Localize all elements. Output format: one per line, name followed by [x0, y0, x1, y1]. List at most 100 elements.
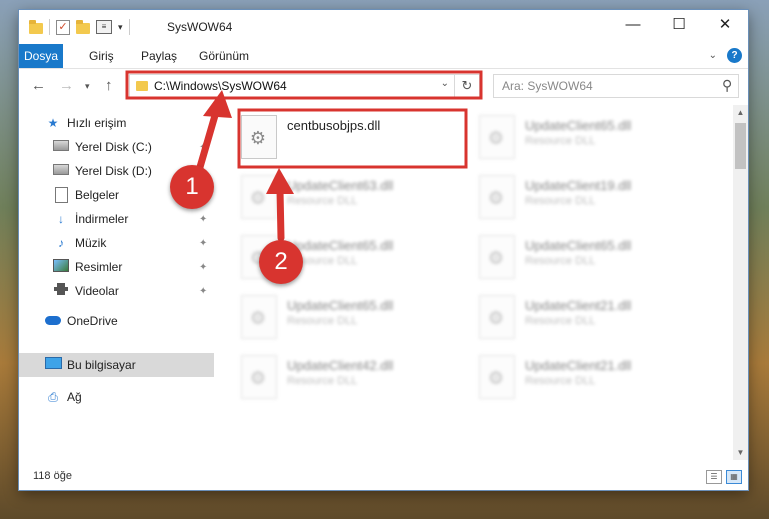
customize-icon[interactable]: ≡	[96, 20, 112, 34]
tab-home[interactable]: Giriş	[81, 44, 122, 68]
address-path[interactable]: C:\Windows\SysWOW64	[154, 79, 287, 93]
expand-ribbon-icon[interactable]: ⌄	[709, 50, 717, 61]
sidebar-item-quick-access[interactable]: ★ Hızlı erişim	[19, 111, 214, 135]
file-type: Resource DLL	[287, 195, 358, 207]
file-name: UpdateClient65.dll	[525, 238, 632, 253]
status-bar: 118 öğe ☰ ▦	[19, 462, 748, 490]
file-type: Resource DLL	[525, 315, 596, 327]
sidebar-item-music[interactable]: ♪ Müzik ✦	[19, 231, 214, 255]
window-controls: — ☐ ✕	[610, 10, 748, 40]
search-icon[interactable]: ⚲	[722, 77, 732, 94]
file-name: UpdateClient63.dll	[287, 178, 394, 193]
search-input[interactable]: Ara: SysWOW64	[502, 79, 593, 93]
window-title: SysWOW64	[167, 20, 233, 34]
file-name: UpdateClient42.dll	[287, 358, 394, 373]
scrollbar-thumb[interactable]	[735, 123, 746, 169]
gear-icon: ⚙	[487, 188, 505, 208]
file-item[interactable]: ⚙ UpdateClient42.dll Resource DLL	[241, 355, 461, 405]
sidebar-item-this-pc[interactable]: Bu bilgisayar	[19, 353, 214, 377]
tab-view[interactable]: Görünüm	[191, 44, 257, 68]
dll-file-icon: ⚙	[479, 235, 515, 279]
download-icon: ↓	[58, 212, 64, 226]
dll-file-icon: ⚙	[241, 115, 277, 159]
file-item[interactable]: ⚙ UpdateClient19.dll Resource DLL	[479, 175, 699, 225]
gear-icon: ⚙	[249, 128, 267, 148]
recent-locations-icon[interactable]: ▾	[85, 81, 90, 92]
tiles-view-icon[interactable]: ▦	[726, 470, 742, 484]
file-name: centbusobjps.dll	[287, 118, 381, 133]
file-item[interactable]: ⚙ UpdateClient21.dll Resource DLL	[479, 355, 699, 405]
folder-icon	[136, 81, 148, 91]
sidebar-item-videos[interactable]: Videolar ✦	[19, 279, 214, 303]
file-type: Resource DLL	[287, 315, 358, 327]
pin-icon[interactable]: ✦	[199, 286, 207, 297]
file-name: UpdateClient21.dll	[525, 358, 632, 373]
sidebar-item-onedrive[interactable]: OneDrive	[19, 309, 214, 333]
step-badge-1: 1	[170, 165, 214, 209]
file-item[interactable]: ⚙ UpdateClient21.dll Resource DLL	[479, 295, 699, 345]
file-type: Resource DLL	[287, 375, 358, 387]
drive-icon	[53, 139, 69, 155]
gear-icon: ⚙	[249, 308, 267, 328]
vertical-scrollbar[interactable]: ▲ ▼	[733, 105, 748, 460]
file-item[interactable]: ⚙ UpdateClient65.dll Resource DLL	[241, 295, 461, 345]
dll-file-icon: ⚙	[241, 175, 277, 219]
tab-file[interactable]: Dosya	[19, 44, 63, 68]
chevron-down-icon[interactable]: ⌄	[441, 78, 449, 89]
dll-file-icon: ⚙	[479, 355, 515, 399]
file-item[interactable]: ⚙ UpdateClient63.dll Resource DLL	[241, 175, 461, 225]
pin-icon[interactable]: ✦	[199, 238, 207, 249]
back-arrow-icon[interactable]: ←	[31, 77, 46, 94]
forward-arrow-icon[interactable]: →	[59, 77, 74, 94]
minimize-button[interactable]: —	[610, 10, 656, 40]
properties-check-icon[interactable]: ✓	[56, 19, 70, 35]
file-item-centbusobjps[interactable]: ⚙ centbusobjps.dll	[241, 115, 461, 165]
file-name: UpdateClient19.dll	[525, 178, 632, 193]
new-folder-icon[interactable]	[76, 19, 90, 34]
tab-share[interactable]: Paylaş	[133, 44, 185, 68]
file-name: UpdateClient21.dll	[525, 298, 632, 313]
address-bar[interactable]: C:\Windows\SysWOW64 ⌄ ↻	[129, 74, 480, 98]
file-explorer-window: ✓ ≡ ▾ SysWOW64 — ☐ ✕ Dosya Giriş Paylaş …	[19, 10, 748, 490]
maximize-button[interactable]: ☐	[656, 10, 702, 40]
file-item[interactable]: ⚙ UpdateClient65.dll Resource DLL	[479, 235, 699, 285]
file-type: Resource DLL	[525, 375, 596, 387]
scroll-up-icon[interactable]: ▲	[733, 105, 748, 120]
ribbon-tabs: Dosya Giriş Paylaş Görünüm ⌄ ?	[19, 44, 748, 69]
gear-icon: ⚙	[249, 368, 267, 388]
scroll-down-icon[interactable]: ▼	[733, 445, 748, 460]
step-badge-2: 2	[259, 240, 303, 284]
file-name: UpdateClient65.dll	[287, 238, 394, 253]
network-icon: ⎙	[48, 390, 58, 404]
title-bar: ✓ ≡ ▾ SysWOW64 — ☐ ✕	[19, 10, 748, 44]
sidebar-item-downloads[interactable]: ↓ İndirmeler ✦	[19, 207, 214, 231]
chevron-down-icon[interactable]: ▾	[118, 22, 123, 33]
cloud-icon	[45, 313, 61, 329]
dll-file-icon: ⚙	[241, 355, 277, 399]
sidebar-item-pictures[interactable]: Resimler ✦	[19, 255, 214, 279]
pin-icon[interactable]: ✦	[199, 142, 207, 153]
help-icon[interactable]: ?	[727, 48, 742, 63]
gear-icon: ⚙	[249, 188, 267, 208]
folder-icon[interactable]	[29, 19, 43, 34]
gear-icon: ⚙	[487, 308, 505, 328]
sidebar-item-local-disk-c[interactable]: Yerel Disk (C:) ✦	[19, 135, 214, 159]
navigation-pane: ★ Hızlı erişim Yerel Disk (C:) ✦ Yerel D…	[19, 105, 214, 460]
gear-icon: ⚙	[487, 368, 505, 388]
file-item[interactable]: ⚙ UpdateClient65.dll Resource DLL	[479, 115, 699, 165]
close-button[interactable]: ✕	[702, 10, 748, 40]
dll-file-icon: ⚙	[479, 295, 515, 339]
toolbar-divider	[128, 19, 130, 35]
ribbon-right-controls: ⌄ ?	[709, 48, 742, 63]
gear-icon: ⚙	[487, 248, 505, 268]
file-name: UpdateClient65.dll	[525, 118, 632, 133]
file-type: Resource DLL	[525, 195, 596, 207]
pin-icon[interactable]: ✦	[199, 214, 207, 225]
search-box[interactable]: Ara: SysWOW64 ⚲	[493, 74, 739, 98]
sidebar-item-network[interactable]: ⎙ Ağ	[19, 385, 214, 409]
pin-icon[interactable]: ✦	[199, 262, 207, 273]
up-arrow-icon[interactable]: ↑	[105, 77, 113, 94]
toolbar-divider	[49, 19, 50, 35]
refresh-icon[interactable]: ↻	[454, 75, 479, 97]
details-view-icon[interactable]: ☰	[706, 470, 722, 484]
